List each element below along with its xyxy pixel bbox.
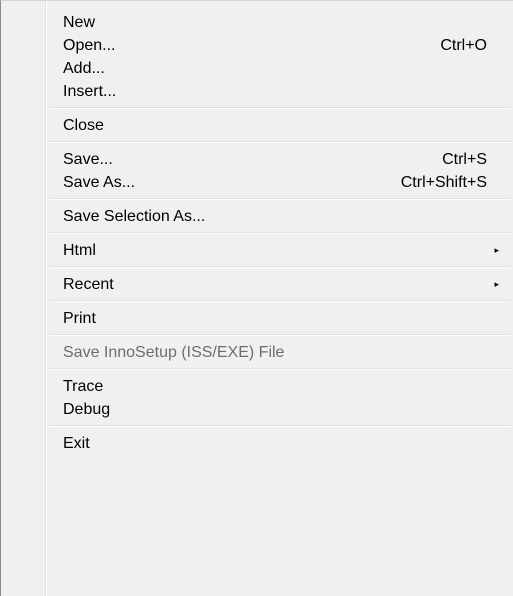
menu-item-label: Open...	[63, 37, 116, 54]
menu-item-open[interactable]: Open... Ctrl+O	[1, 34, 513, 57]
menu-item-shortcut: Ctrl+S	[442, 151, 487, 168]
menu-item-close[interactable]: Close	[1, 114, 513, 137]
menu-separator	[1, 421, 513, 432]
submenu-arrow-icon: ▸	[494, 245, 499, 255]
menu-item-shortcut: Ctrl+O	[440, 37, 487, 54]
menu-separator	[1, 364, 513, 375]
menu-separator	[1, 262, 513, 273]
menu-separator	[1, 330, 513, 341]
menu-item-label: Recent	[63, 276, 114, 293]
menu-item-label: Exit	[63, 435, 90, 452]
menu-item-label: Save As...	[63, 174, 136, 191]
menu-item-label: Html	[63, 242, 96, 259]
menu-item-label: Print	[63, 310, 96, 327]
menu-item-label: Insert...	[63, 83, 117, 100]
menu-item-trace[interactable]: Trace	[1, 375, 513, 398]
menu-item-save-as[interactable]: Save As... Ctrl+Shift+S	[1, 171, 513, 194]
menu-item-exit[interactable]: Exit	[1, 432, 513, 455]
file-menu: New Open... Ctrl+O Add... Insert... Clos…	[0, 0, 513, 596]
menu-separator	[1, 194, 513, 205]
menu-item-save-innosetup: Save InnoSetup (ISS/EXE) File	[1, 341, 513, 364]
menu-item-save-selection-as[interactable]: Save Selection As...	[1, 205, 513, 228]
menu-item-label: Save Selection As...	[63, 208, 206, 225]
menu-separator	[1, 103, 513, 114]
menu-item-html[interactable]: Html ▸	[1, 239, 513, 262]
menu-item-debug[interactable]: Debug	[1, 398, 513, 421]
menu-item-label: Add...	[63, 60, 105, 77]
menu-separator	[1, 137, 513, 148]
menu-separator	[1, 296, 513, 307]
menu-item-label: Debug	[63, 401, 111, 418]
menu-item-print[interactable]: Print	[1, 307, 513, 330]
menu-item-label: Trace	[63, 378, 104, 395]
menu-item-add[interactable]: Add...	[1, 57, 513, 80]
submenu-arrow-icon: ▸	[494, 279, 499, 289]
menu-item-label: New	[63, 14, 96, 31]
menu-item-recent[interactable]: Recent ▸	[1, 273, 513, 296]
menu-item-label: Close	[63, 117, 104, 134]
menu-item-insert[interactable]: Insert...	[1, 80, 513, 103]
menu-item-new[interactable]: New	[1, 11, 513, 34]
menu-item-save[interactable]: Save... Ctrl+S	[1, 148, 513, 171]
menu-separator	[1, 228, 513, 239]
menu-items: New Open... Ctrl+O Add... Insert... Clos…	[1, 1, 513, 455]
menu-item-label: Save InnoSetup (ISS/EXE) File	[63, 344, 285, 361]
menu-item-label: Save...	[63, 151, 113, 168]
menu-item-shortcut: Ctrl+Shift+S	[400, 174, 487, 191]
